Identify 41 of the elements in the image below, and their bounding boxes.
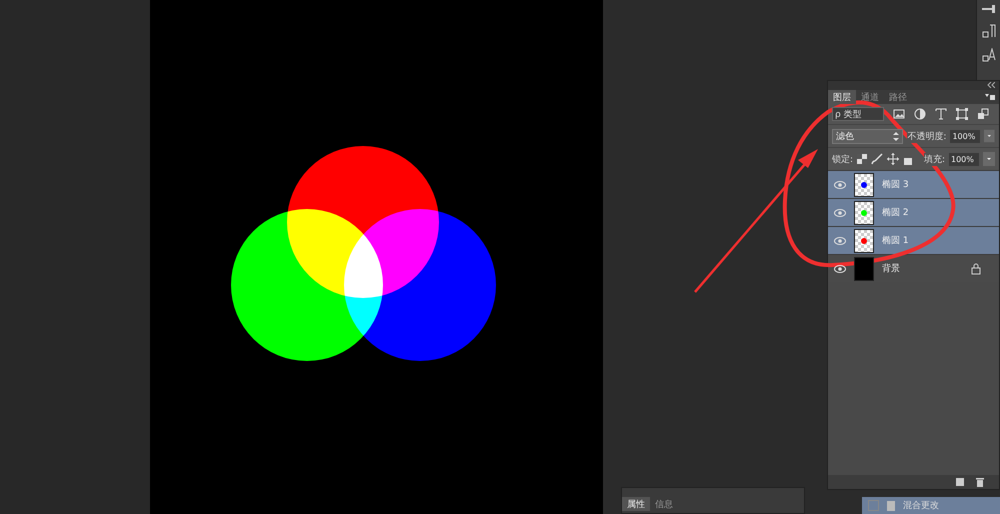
lock-label: 锁定: bbox=[832, 152, 854, 166]
fill-field[interactable]: 100% bbox=[949, 152, 979, 166]
caret-icon[interactable] bbox=[984, 129, 995, 143]
layer-name: 椭圆 3 bbox=[882, 178, 909, 191]
panel-tab[interactable]: 信息 bbox=[650, 497, 678, 511]
eye-icon[interactable] bbox=[834, 208, 846, 216]
paragraph-icon[interactable] bbox=[982, 24, 996, 38]
layer-row[interactable]: 椭圆 2 bbox=[828, 198, 999, 226]
history-item[interactable]: 混合更改 bbox=[862, 497, 1000, 514]
layer-row[interactable]: 椭圆 3 bbox=[828, 170, 999, 198]
move-icon[interactable] bbox=[887, 153, 900, 165]
panel-tab[interactable]: 图层 bbox=[828, 90, 856, 104]
layer-name: 背景 bbox=[882, 262, 900, 275]
character-icon[interactable] bbox=[982, 48, 996, 62]
smart-object-icon[interactable] bbox=[977, 108, 989, 120]
blend-mode-dropdown[interactable]: 滤色 bbox=[832, 128, 904, 144]
transform-icon[interactable] bbox=[956, 108, 968, 120]
slider-icon[interactable] bbox=[980, 4, 996, 14]
layer-name: 椭圆 1 bbox=[882, 234, 909, 247]
trash-icon[interactable] bbox=[975, 477, 985, 487]
filter-dropdown[interactable]: ρ 类型 bbox=[832, 107, 884, 121]
opacity-field[interactable]: 100% bbox=[950, 130, 980, 142]
menu-icon[interactable] bbox=[985, 93, 995, 101]
collapse-icon[interactable] bbox=[987, 82, 995, 88]
layer-name: 椭圆 2 bbox=[882, 206, 909, 219]
adjustment-icon[interactable] bbox=[914, 108, 926, 120]
brush-icon[interactable] bbox=[871, 153, 884, 165]
eye-icon[interactable] bbox=[834, 236, 846, 244]
eye-icon[interactable] bbox=[834, 180, 846, 188]
stepper-icon bbox=[893, 132, 900, 140]
layer-row[interactable]: 椭圆 1 bbox=[828, 226, 999, 254]
fill-label: 填充: bbox=[924, 152, 945, 166]
new-layer-icon[interactable] bbox=[955, 477, 965, 487]
opacity-label: 不透明度: bbox=[907, 130, 946, 142]
panel-tab[interactable]: 路径 bbox=[884, 90, 912, 104]
layer-row[interactable]: 背景 bbox=[828, 254, 999, 282]
type-icon[interactable] bbox=[935, 108, 947, 120]
eye-icon[interactable] bbox=[834, 264, 846, 272]
image-icon[interactable] bbox=[893, 108, 905, 120]
panel-tab[interactable]: 通道 bbox=[856, 90, 884, 104]
panel-tab[interactable]: 属性 bbox=[622, 497, 650, 511]
